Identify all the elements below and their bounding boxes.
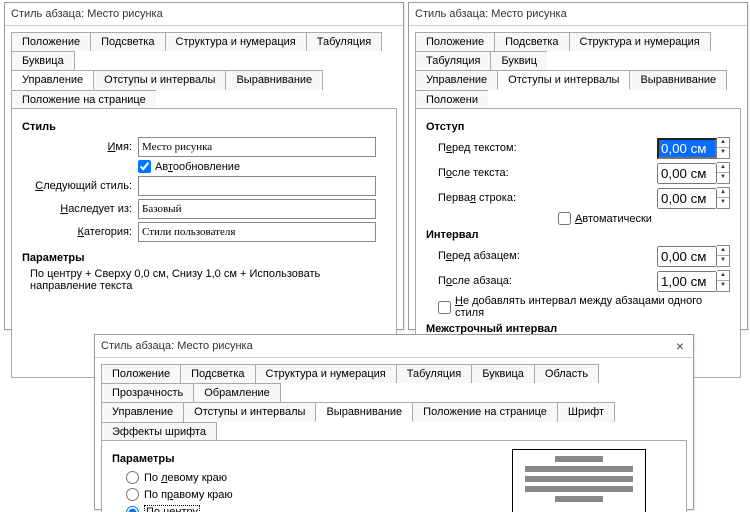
radio-align-center[interactable]: По центру	[112, 503, 512, 512]
tab-highlight[interactable]: Подсветка	[180, 364, 255, 383]
tabs: Положение Подсветка Структура и нумераци…	[95, 358, 693, 441]
label-after-para: После абзаца:	[426, 275, 558, 287]
alignment-preview	[512, 449, 646, 512]
parameters-text: По центру + Сверху 0,0 см, Снизу 1,0 см …	[22, 268, 386, 292]
tab-alignment[interactable]: Выравнивание	[629, 70, 727, 90]
radio-align-right[interactable]: По правому краю	[112, 486, 512, 503]
tab-dropcap[interactable]: Буквиц	[490, 51, 547, 70]
tab-organizer[interactable]: Управление	[11, 70, 94, 90]
tab-outline[interactable]: Структура и нумерация	[569, 32, 711, 51]
tab-dropcap[interactable]: Буквица	[471, 364, 535, 383]
label-nextstyle: Следующий стиль:	[22, 180, 138, 192]
radio-align-left[interactable]: По левому краю	[112, 469, 512, 486]
checkbox-no-space-same-style[interactable]: Не добавлять интервал между абзацами одн…	[426, 295, 730, 319]
tab-outline[interactable]: Структура и нумерация	[165, 32, 307, 51]
tab-pageposition[interactable]: Положение на странице	[11, 90, 156, 109]
section-parameters: Параметры	[112, 453, 512, 465]
spin-before-para[interactable]: ▲▼	[657, 245, 730, 267]
select-nextstyle[interactable]	[138, 176, 376, 196]
section-indent: Отступ	[426, 121, 730, 133]
tab-highlight[interactable]: Подсветка	[90, 32, 165, 51]
dialog-style-indents: Стиль абзаца: Место рисунка Положение По…	[408, 2, 748, 330]
tab-transparency[interactable]: Прозрачность	[101, 383, 194, 402]
tab-pageposition[interactable]: Положени	[415, 90, 488, 109]
tab-organizer[interactable]: Управление	[415, 70, 498, 90]
checkbox-auto-indent[interactable]: Автоматически	[558, 212, 652, 225]
tab-position[interactable]: Положение	[11, 32, 91, 51]
tab-fonteffects[interactable]: Эффекты шрифта	[101, 422, 217, 441]
tab-organizer[interactable]: Управление	[101, 402, 184, 422]
label-before-para: Перед абзацем:	[426, 250, 558, 262]
title: Стиль абзаца: Место рисунка	[415, 3, 567, 25]
tab-tabs[interactable]: Табуляция	[415, 51, 491, 70]
label-after-text: После текста:	[426, 167, 558, 179]
section-parameters: Параметры	[22, 252, 386, 264]
titlebar: Стиль абзаца: Место рисунка ×	[95, 335, 693, 358]
tab-indents[interactable]: Отступы и интервалы	[497, 70, 630, 90]
section-interval: Интервал	[426, 229, 730, 241]
tab-outline[interactable]: Структура и нумерация	[255, 364, 397, 383]
tab-area[interactable]: Область	[534, 364, 599, 383]
spin-after-text[interactable]: ▲▼	[657, 162, 730, 184]
tab-pageposition[interactable]: Положение на странице	[412, 402, 558, 422]
label-before-text: Перед текстом:	[426, 142, 558, 154]
tab-indents[interactable]: Отступы и интервалы	[93, 70, 226, 90]
tab-alignment[interactable]: Выравнивание	[225, 70, 323, 90]
tab-highlight[interactable]: Подсветка	[494, 32, 569, 51]
tab-font[interactable]: Шрифт	[557, 402, 615, 422]
tab-tabs[interactable]: Табуляция	[306, 32, 382, 51]
label-category: Категория:	[22, 226, 138, 238]
tab-position[interactable]: Положение	[415, 32, 495, 51]
tab-alignment[interactable]: Выравнивание	[315, 402, 413, 422]
select-category[interactable]	[138, 222, 376, 242]
checkbox-autoupdate[interactable]: Автообновление Автообновление	[138, 160, 240, 173]
dialog-style-alignment: Стиль абзаца: Место рисунка × Положение …	[94, 334, 694, 510]
tabs: Положение Подсветка Структура и нумераци…	[409, 26, 747, 109]
spin-first-line[interactable]: ▲▼	[657, 187, 730, 209]
title: Стиль абзаца: Место рисунка	[101, 335, 253, 357]
section-style: Стиль	[22, 121, 386, 133]
panel-alignment: Параметры По левому краю По правому краю…	[101, 440, 687, 512]
spin-before-text[interactable]: ▲▼	[657, 137, 730, 159]
input-name[interactable]	[138, 137, 376, 157]
title: Стиль абзаца: Место рисунка	[11, 3, 163, 25]
close-button[interactable]: ×	[667, 336, 693, 356]
titlebar: Стиль абзаца: Место рисунка	[409, 3, 747, 26]
label-name: ИИмя:мя:	[22, 141, 138, 153]
spin-after-para[interactable]: ▲▼	[657, 270, 730, 292]
label-inherit: Наследует из:	[22, 203, 138, 215]
titlebar: Стиль абзаца: Место рисунка	[5, 3, 403, 26]
tabs: Положение Подсветка Структура и нумераци…	[5, 26, 403, 109]
tab-position[interactable]: Положение	[101, 364, 181, 383]
label-first-line: Первая строка:	[426, 192, 558, 204]
tab-borders[interactable]: Обрамление	[193, 383, 281, 402]
tab-indents[interactable]: Отступы и интервалы	[183, 402, 316, 422]
dialog-style-management: Стиль абзаца: Место рисунка Положение По…	[4, 2, 404, 330]
select-inherit[interactable]	[138, 199, 376, 219]
tab-dropcap[interactable]: Буквица	[11, 51, 75, 70]
tab-tabs[interactable]: Табуляция	[396, 364, 472, 383]
